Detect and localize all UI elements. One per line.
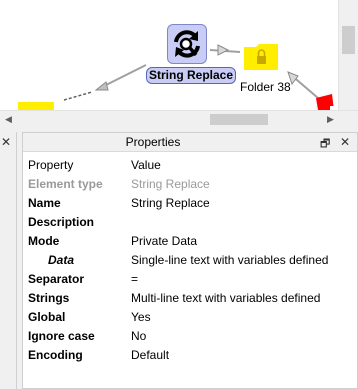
scrollbar-corner	[339, 111, 358, 128]
property-row-strings[interactable]: Strings Multi-line text with variables d…	[23, 289, 357, 308]
property-value[interactable]: Private Data	[131, 234, 197, 248]
property-value[interactable]: No	[131, 329, 146, 343]
property-row-data[interactable]: Data Single-line text with variables def…	[23, 251, 357, 270]
close-icon[interactable]: ✕	[1, 135, 11, 149]
partial-folder-node[interactable]	[18, 102, 54, 110]
scroll-right-arrow-icon[interactable]: ▶	[322, 111, 339, 128]
folder-node-label[interactable]: Folder 38	[240, 80, 291, 94]
scrollbar-thumb[interactable]	[210, 114, 268, 125]
flow-canvas[interactable]: String Replace Folder 38	[0, 0, 358, 110]
canvas-vertical-scrollbar[interactable]	[338, 0, 358, 110]
property-row-global[interactable]: Global Yes	[23, 308, 357, 327]
app-root: String Replace Folder 38 ◀ ▶ ✕ Propertie…	[0, 0, 358, 389]
property-value[interactable]: Single-line text with variables defined	[131, 253, 328, 267]
properties-titlebar: Properties 🗗 ✕	[23, 133, 357, 152]
connection-line	[63, 91, 93, 101]
close-icon[interactable]: ✕	[340, 135, 350, 149]
restore-window-icon[interactable]: 🗗	[320, 135, 330, 154]
scrollbar-thumb[interactable]	[342, 26, 355, 54]
property-key: Data	[48, 253, 75, 267]
property-key: Encoding	[28, 348, 83, 362]
property-key: Strings	[28, 291, 70, 305]
property-key: Global	[28, 310, 66, 324]
arrow-head	[94, 81, 109, 91]
canvas-horizontal-scrollbar[interactable]: ◀ ▶	[0, 110, 358, 128]
property-key: Element type	[28, 177, 103, 191]
column-header-property: Property	[28, 158, 74, 172]
property-row-mode[interactable]: Mode Private Data	[23, 232, 357, 251]
property-row-encoding[interactable]: Encoding Default	[23, 346, 357, 365]
arrow-head	[217, 44, 230, 56]
property-value[interactable]: Default	[131, 348, 169, 362]
locked-folder-icon[interactable]	[244, 44, 278, 70]
panel-title: Properties	[125, 135, 181, 149]
replace-arrows-magnifier-icon	[174, 30, 200, 58]
property-value[interactable]: Yes	[131, 310, 151, 324]
property-value[interactable]: String Replace	[131, 196, 210, 210]
property-key: Name	[28, 196, 61, 210]
property-grid-header: Property Value	[23, 156, 357, 175]
string-replace-node[interactable]	[167, 24, 207, 64]
property-key: Ignore case	[28, 329, 95, 343]
property-key: Separator	[28, 272, 85, 286]
property-value[interactable]: =	[131, 272, 138, 286]
column-header-value: Value	[131, 158, 161, 172]
string-replace-node-label[interactable]: String Replace	[146, 67, 236, 84]
property-row-element-type: Element type String Replace	[23, 175, 357, 194]
left-docked-panel: ✕	[0, 132, 17, 389]
property-value[interactable]: Multi-line text with variables defined	[131, 291, 320, 305]
connection-line	[103, 64, 147, 87]
property-value: String Replace	[131, 177, 210, 191]
property-row-name[interactable]: Name String Replace	[23, 194, 357, 213]
scroll-left-arrow-icon[interactable]: ◀	[0, 111, 17, 128]
properties-panel: Properties 🗗 ✕ Property Value Element ty…	[22, 132, 358, 389]
property-grid: Property Value Element type String Repla…	[23, 156, 357, 365]
property-key: Description	[28, 215, 95, 229]
property-key: Mode	[28, 234, 60, 248]
property-row-description[interactable]: Description	[23, 213, 357, 232]
property-row-separator[interactable]: Separator =	[23, 270, 357, 289]
property-row-ignore-case[interactable]: Ignore case No	[23, 327, 357, 346]
red-flag-icon[interactable]	[316, 94, 336, 110]
